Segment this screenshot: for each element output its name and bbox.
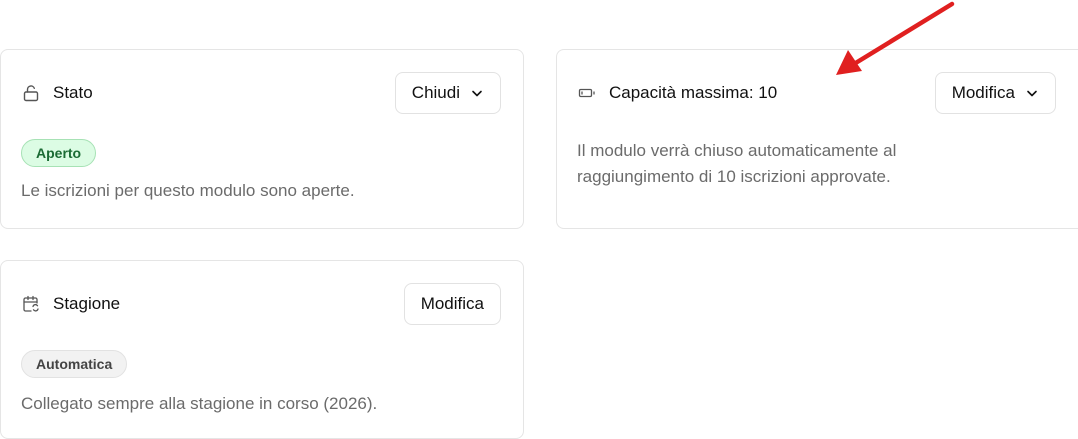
chiudi-button-label: Chiudi — [411, 83, 460, 102]
settings-panel: Stato Chiudi Aperto Le iscrizioni per qu… — [0, 0, 1078, 439]
capacita-title: Capacità massima: 10 — [609, 83, 778, 102]
stagione-description: Collegato sempre alla stagione in corso … — [21, 394, 378, 413]
status-badge: Aperto — [21, 139, 97, 167]
stagione-title-wrap: Stagione — [21, 294, 120, 314]
season-mode-badge: Automatica — [21, 350, 128, 378]
capacita-title-wrap: Capacità massima: 10 — [577, 83, 777, 103]
modifica-button-label: Modifica — [951, 83, 1015, 102]
stagione-title: Stagione — [53, 294, 121, 313]
modifica-stagione-label: Modifica — [420, 294, 484, 313]
stato-card: Stato Chiudi Aperto Le iscrizioni per qu… — [0, 49, 524, 229]
calendar-sync-icon — [21, 294, 41, 314]
capacita-description: Il modulo verrà chiuso automaticamente a… — [577, 141, 897, 186]
capacita-card-header: Capacità massima: 10 Modifica — [577, 72, 1056, 114]
capacita-card: Capacità massima: 10 Modifica Il modulo … — [556, 49, 1078, 229]
chevron-down-icon — [1025, 86, 1039, 100]
lock-open-icon — [21, 83, 41, 103]
chiudi-dropdown-button[interactable]: Chiudi — [394, 72, 501, 114]
chevron-down-icon — [470, 86, 484, 100]
stato-title-wrap: Stato — [21, 83, 93, 103]
stagione-card: Stagione Modifica Automatica Collegato s… — [0, 260, 524, 439]
stato-description: Le iscrizioni per questo modulo sono ape… — [21, 181, 355, 200]
stato-card-header: Stato Chiudi — [21, 72, 501, 114]
annotation-arrow — [836, 1, 955, 75]
stato-title: Stato — [53, 83, 93, 102]
battery-icon — [577, 83, 597, 103]
modifica-stagione-button[interactable]: Modifica — [403, 283, 501, 325]
stagione-card-header: Stagione Modifica — [21, 283, 501, 325]
